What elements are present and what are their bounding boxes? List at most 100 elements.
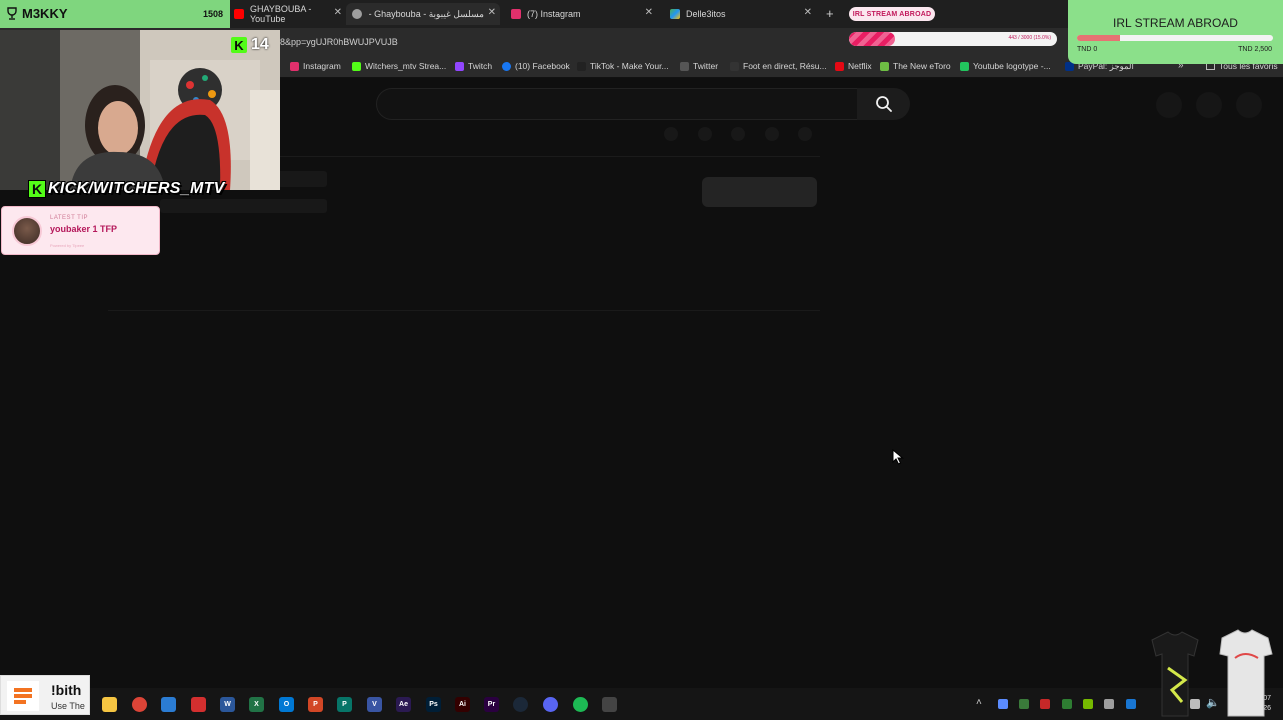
delle3itos-favicon-icon <box>670 9 680 19</box>
skeleton-subscribe-button <box>702 177 817 207</box>
bookmark-label: Twitch <box>468 61 493 71</box>
search-input[interactable] <box>376 88 858 120</box>
donation-goal-card: IRL STREAM ABROAD TND 0 TND 2,500 <box>1068 0 1283 64</box>
twitch-icon <box>455 61 464 71</box>
visio-icon[interactable]: V <box>367 697 382 712</box>
goal-max-label: TND 2,500 <box>1238 46 1272 53</box>
search-icon <box>875 96 892 112</box>
account-avatar[interactable] <box>1236 92 1262 118</box>
vuetify-icon <box>960 61 969 71</box>
bookmark-label: Instagram <box>303 61 341 71</box>
bithumb-logo-icon <box>7 681 39 711</box>
photoshop-icon[interactable]: Ps <box>426 697 441 712</box>
red-app-icon[interactable] <box>191 697 206 712</box>
tab-ghaybouba-series[interactable]: مسلسل غيبوبة - Ghaybouba - الـ ✕ <box>346 3 500 25</box>
bithumb-promo-overlay: !bith Use The <box>0 675 90 715</box>
foot-icon <box>730 61 739 71</box>
skeleton-dot <box>698 127 712 141</box>
tiktok-icon <box>577 61 586 71</box>
bookmark-youtube-logotype[interactable]: Youtube logotype -... <box>960 61 1051 71</box>
webcam-feed <box>0 30 280 190</box>
tab-ghaybouba-youtube[interactable]: GHAYBOUBA - YouTube ✕ <box>228 3 346 25</box>
close-tab-icon[interactable]: ✕ <box>804 7 812 18</box>
instagram-favicon-icon <box>511 9 521 19</box>
x-twitter-icon <box>680 61 689 71</box>
kick-icon <box>352 61 361 71</box>
tray-app-icon[interactable] <box>998 699 1008 709</box>
bookmark-label: Witchers_mtv Strea... <box>365 61 447 71</box>
stream-progress-fill <box>849 32 895 46</box>
tipper-avatar <box>12 216 42 246</box>
word-icon[interactable]: W <box>220 697 235 712</box>
bookmark-label: (10) Facebook <box>515 61 570 71</box>
discord-icon[interactable] <box>543 697 558 712</box>
viewer-count: 14 <box>251 36 269 53</box>
latest-tip-card: LATEST TIP youbaker 1 TFP Powered by Tip… <box>1 206 160 255</box>
webcam-image <box>0 30 280 190</box>
viewer-count-badge: K 14 <box>231 36 269 54</box>
bookmark-instagram[interactable]: Instagram <box>290 61 341 71</box>
tray-app-icon[interactable] <box>1040 699 1050 709</box>
bookmark-netflix[interactable]: Netflix <box>835 61 872 71</box>
etoro-icon <box>880 61 889 71</box>
bookmark-facebook[interactable]: (10) Facebook <box>502 61 570 71</box>
goal-min-label: TND 0 <box>1077 46 1098 53</box>
outlook-icon[interactable]: O <box>279 697 294 712</box>
bookmark-witchers[interactable]: Witchers_mtv Strea... <box>352 61 446 71</box>
youtube-favicon-icon <box>234 9 244 19</box>
tray-app-icon[interactable] <box>1104 699 1114 709</box>
goal-progress-bar <box>1077 35 1273 41</box>
bookmark-label: Netflix <box>848 61 872 71</box>
bookmark-tiktok[interactable]: TikTok - Make Your... <box>577 61 669 71</box>
after-effects-icon[interactable]: Ae <box>396 697 411 712</box>
bookmark-twitter[interactable]: Twitter <box>680 61 718 71</box>
tip-powered-by: Powered by Tipeee <box>50 243 85 248</box>
facebook-icon <box>502 61 511 71</box>
excel-icon[interactable]: X <box>249 697 264 712</box>
bookmark-etoro[interactable]: The New eToro <box>880 61 951 71</box>
stream-progress-bar: 443 / 3000 (15.0%) <box>849 32 1057 46</box>
create-icon[interactable] <box>1156 92 1182 118</box>
kick-channel-banner: K KICK/WITCHERS_MTV <box>28 180 225 198</box>
search-button[interactable] <box>857 88 910 120</box>
promo-subtitle: Use The <box>51 701 85 711</box>
spotify-icon[interactable] <box>573 697 588 712</box>
illustrator-icon[interactable]: Ai <box>455 697 470 712</box>
bookmark-label: Youtube logotype -... <box>973 61 1051 71</box>
tray-app-icon[interactable] <box>1062 699 1072 709</box>
skeleton-dot <box>731 127 745 141</box>
close-tab-icon[interactable]: ✕ <box>334 7 342 18</box>
chrome-icon[interactable] <box>132 697 147 712</box>
skeleton-dot <box>798 127 812 141</box>
nvidia-tray-icon[interactable] <box>1083 699 1093 709</box>
tab-delle3itos[interactable]: Delle3itos ✕ <box>664 3 816 25</box>
bluetooth-icon[interactable] <box>1126 699 1136 709</box>
new-tab-plus-icon[interactable]: + <box>826 6 834 21</box>
kick-logo-icon: K <box>231 37 247 53</box>
streamer-name: M3KKY <box>22 6 68 21</box>
publisher-icon[interactable]: P <box>337 697 352 712</box>
steam-icon[interactable] <box>513 697 528 712</box>
bookmark-foot-direct[interactable]: Foot en direct, Résu... <box>730 61 827 71</box>
globe-favicon-icon <box>352 9 362 19</box>
powerpoint-icon[interactable]: P <box>308 697 323 712</box>
file-explorer-icon[interactable] <box>102 697 117 712</box>
url-input[interactable]: 8&pp=ygUJR0hBWUJPVUJB <box>280 37 398 47</box>
store-icon[interactable] <box>161 697 176 712</box>
trophy-icon <box>7 7 17 20</box>
promo-command: !bith <box>51 682 82 698</box>
streamer-count: 1508 <box>203 9 224 19</box>
premiere-icon[interactable]: Pr <box>484 697 499 712</box>
streamer-header: M3KKY 1508 <box>0 0 230 28</box>
tray-chevron-icon[interactable]: ˄ <box>976 697 982 708</box>
close-tab-icon[interactable]: ✕ <box>488 7 496 18</box>
tab-instagram[interactable]: (7) Instagram ✕ <box>505 3 657 25</box>
tab-title: GHAYBOUBA - YouTube <box>250 4 312 24</box>
bookmark-twitch[interactable]: Twitch <box>455 61 492 71</box>
sync-app-icon[interactable] <box>602 697 617 712</box>
notifications-icon[interactable] <box>1196 92 1222 118</box>
close-tab-icon[interactable]: ✕ <box>645 7 653 18</box>
bookmark-label: TikTok - Make Your... <box>590 61 669 71</box>
goal-title: IRL STREAM ABROAD <box>1113 16 1238 30</box>
tray-app-icon[interactable] <box>1019 699 1029 709</box>
